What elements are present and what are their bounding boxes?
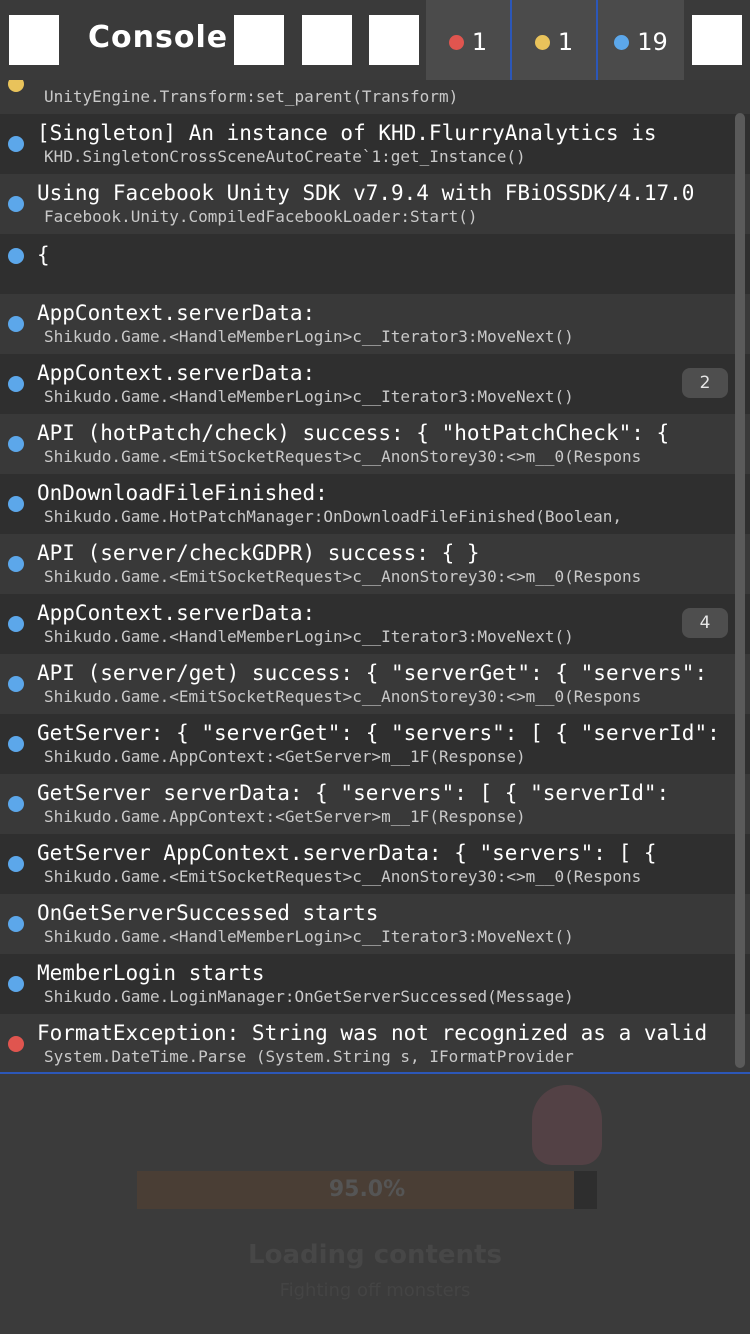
info-dot-icon (8, 676, 24, 692)
info-count: 19 (637, 28, 668, 56)
log-entry[interactable]: API (server/get) success: { "serverGet":… (0, 654, 750, 714)
error-dot-icon (448, 34, 464, 50)
loading-title: Loading contents (248, 1240, 502, 1270)
log-stacktrace: Shikudo.Game.<HandleMemberLogin>c__Itera… (44, 927, 574, 946)
collapse-count-badge: 2 (682, 368, 728, 398)
info-dot-icon (8, 436, 24, 452)
info-dot-icon (8, 196, 24, 212)
log-message: API (server/checkGDPR) success: { } (37, 541, 480, 565)
close-console-button[interactable] (692, 15, 742, 65)
info-dot-icon (8, 616, 24, 632)
log-message: FormatException: String was not recogniz… (37, 1021, 708, 1045)
console-title: Console (88, 20, 229, 55)
log-entry[interactable]: OnGetServerSuccessed starts Shikudo.Game.… (0, 894, 750, 954)
log-entry[interactable]: UnityEngine.Transform:set_parent(Transfo… (0, 80, 750, 114)
log-stacktrace: Shikudo.Game.AppContext:<GetServer>m__1F… (44, 807, 526, 826)
log-entry[interactable]: OnDownloadFileFinished: Shikudo.Game.HotP… (0, 474, 750, 534)
log-scrollbar[interactable] (735, 113, 745, 1068)
loading-subtitle: Fighting off monsters (279, 1280, 471, 1301)
log-stacktrace: Facebook.Unity.CompiledFacebookLoader:St… (44, 207, 478, 226)
log-entry[interactable]: API (hotPatch/check) success: { "hotPatc… (0, 414, 750, 474)
info-dot-icon (8, 316, 24, 332)
log-entry[interactable]: AppContext.serverData: Shikudo.Game.<Hand… (0, 594, 750, 654)
warning-count: 1 (557, 28, 574, 56)
loading-progress-text: 95.0% (328, 1177, 406, 1202)
info-dot-icon (8, 496, 24, 512)
log-message: { (37, 243, 50, 267)
warning-filter-toggle[interactable]: 1 (512, 0, 596, 80)
error-dot-icon (8, 1036, 24, 1052)
log-list[interactable]: UnityEngine.Transform:set_parent(Transfo… (0, 80, 750, 1074)
log-message: GetServer serverData: { "servers": [ { "… (37, 781, 670, 805)
log-stacktrace: Shikudo.Game.AppContext:<GetServer>m__1F… (44, 747, 526, 766)
log-stacktrace: Shikudo.Game.<HandleMemberLogin>c__Itera… (44, 387, 574, 406)
warning-dot-icon (534, 34, 550, 50)
log-entry[interactable]: AppContext.serverData: Shikudo.Game.<Hand… (0, 294, 750, 354)
info-dot-icon (8, 796, 24, 812)
loading-progress-bar: 95.0% (137, 1171, 597, 1209)
log-message: GetServer: { "serverGet": { "servers": [… (37, 721, 720, 745)
info-dot-icon (8, 856, 24, 872)
log-entry[interactable]: AppContext.serverData: Shikudo.Game.<Hand… (0, 354, 750, 414)
log-stacktrace: Shikudo.Game.<HandleMemberLogin>c__Itera… (44, 327, 574, 346)
log-entry[interactable]: [Singleton] An instance of KHD.FlurryAna… (0, 114, 750, 174)
info-filter-toggle[interactable]: 19 (598, 0, 684, 80)
log-stacktrace: System.DateTime.Parse (System.String s, … (44, 1047, 574, 1066)
mascot-image (532, 1085, 602, 1165)
info-dot-icon (8, 556, 24, 572)
log-message: [Singleton] An instance of KHD.FlurryAna… (37, 121, 657, 145)
log-message: AppContext.serverData: (37, 301, 316, 325)
log-message: API (server/get) success: { "serverGet":… (37, 661, 708, 685)
info-dot-icon (8, 916, 24, 932)
clear-on-play-toggle-button[interactable] (302, 15, 352, 65)
log-stacktrace: Shikudo.Game.LoginManager:OnGetServerSuc… (44, 987, 574, 1006)
log-message: OnDownloadFileFinished: (37, 481, 328, 505)
log-stacktrace: Shikudo.Game.<EmitSocketRequest>c__AnonS… (44, 867, 642, 886)
clear-button[interactable] (9, 15, 59, 65)
log-entry[interactable]: { (0, 234, 750, 294)
collapse-count-badge: 4 (682, 608, 728, 638)
info-dot-icon (8, 976, 24, 992)
log-entry[interactable]: Using Facebook Unity SDK v7.9.4 with FBi… (0, 174, 750, 234)
console-toolbar: Console 1 1 19 (0, 0, 750, 80)
log-entry[interactable]: GetServer serverData: { "servers": [ { "… (0, 774, 750, 834)
error-filter-toggle[interactable]: 1 (426, 0, 510, 80)
error-count: 1 (471, 28, 488, 56)
log-message: OnGetServerSuccessed starts (37, 901, 379, 925)
log-stacktrace: Shikudo.Game.<EmitSocketRequest>c__AnonS… (44, 447, 642, 466)
collapse-toggle-button[interactable] (234, 15, 284, 65)
info-dot-icon (8, 136, 24, 152)
error-pause-toggle-button[interactable] (369, 15, 419, 65)
log-stacktrace: Shikudo.Game.<EmitSocketRequest>c__AnonS… (44, 687, 642, 706)
log-message: Using Facebook Unity SDK v7.9.4 with FBi… (37, 181, 695, 205)
info-dot-icon (8, 248, 24, 264)
log-stacktrace: Shikudo.Game.HotPatchManager:OnDownloadF… (44, 507, 622, 526)
info-dot-icon (8, 736, 24, 752)
log-stacktrace: KHD.SingletonCrossSceneAutoCreate`1:get_… (44, 147, 526, 166)
log-entry[interactable]: FormatException: String was not recogniz… (0, 1014, 750, 1072)
log-message: MemberLogin starts (37, 961, 265, 985)
log-stacktrace: UnityEngine.Transform:set_parent(Transfo… (44, 87, 459, 106)
log-entry[interactable]: GetServer: { "serverGet": { "servers": [… (0, 714, 750, 774)
log-message: AppContext.serverData: (37, 361, 316, 385)
log-message: AppContext.serverData: (37, 601, 316, 625)
log-entry[interactable]: API (server/checkGDPR) success: { } Shiku… (0, 534, 750, 594)
log-message: API (hotPatch/check) success: { "hotPatc… (37, 421, 670, 445)
log-entry[interactable]: MemberLogin starts Shikudo.Game.LoginMana… (0, 954, 750, 1014)
log-message: GetServer AppContext.serverData: { "serv… (37, 841, 657, 865)
log-stacktrace: Shikudo.Game.<EmitSocketRequest>c__AnonS… (44, 567, 642, 586)
info-dot-icon (614, 34, 630, 50)
warning-dot-icon (8, 80, 24, 92)
log-entry[interactable]: GetServer AppContext.serverData: { "serv… (0, 834, 750, 894)
log-stacktrace: Shikudo.Game.<HandleMemberLogin>c__Itera… (44, 627, 574, 646)
info-dot-icon (8, 376, 24, 392)
